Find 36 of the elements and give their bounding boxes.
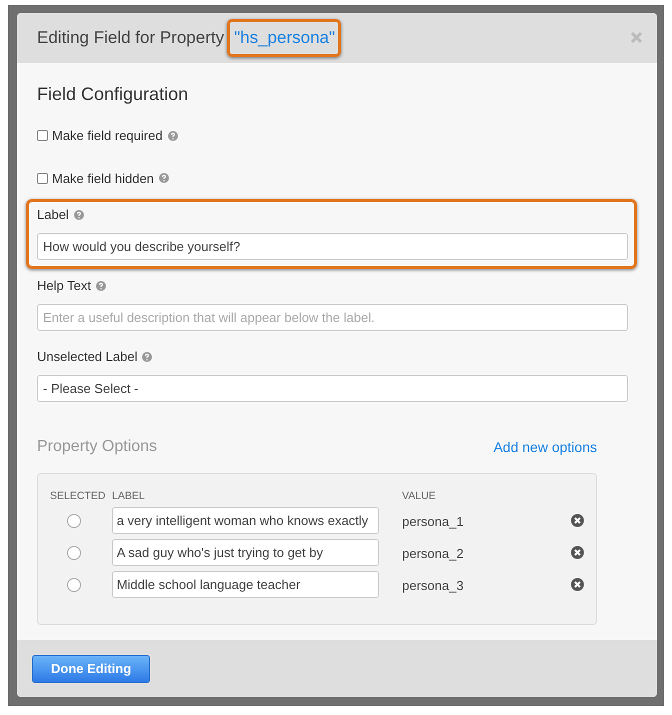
- checkbox[interactable]: [37, 172, 48, 184]
- column-header: VALUE: [402, 489, 437, 504]
- property-name: "hs_persona": [233, 28, 336, 48]
- field-label: Unselected Label: [37, 348, 138, 366]
- help-icon[interactable]: [142, 352, 152, 362]
- help-icon[interactable]: [168, 130, 178, 141]
- checkbox-label: Make field required: [52, 127, 163, 145]
- radio-button[interactable]: [67, 514, 81, 528]
- help-icon[interactable]: [74, 210, 84, 220]
- radio-button[interactable]: [67, 546, 81, 560]
- remove-icon[interactable]: [571, 578, 584, 591]
- remove-icon[interactable]: [571, 514, 584, 527]
- add-options-link[interactable]: Add new options: [493, 436, 597, 458]
- text-field[interactable]: Enter a useful description that will appear below the label.: [37, 304, 628, 331]
- radio-button[interactable]: [67, 578, 81, 592]
- dialog-title: Editing Field for Property: [37, 27, 224, 50]
- option-label-field[interactable]: a very intelligent woman who knows exactly: [112, 507, 380, 534]
- field-label: Label: [37, 206, 69, 224]
- text-field[interactable]: - Please Select -: [37, 375, 628, 402]
- checkbox-label: Make field hidden: [52, 170, 154, 188]
- column-header: LABEL: [112, 489, 146, 504]
- section-title: Property Options: [37, 437, 158, 457]
- close-icon[interactable]: [630, 31, 643, 44]
- field-label: Help Text: [37, 277, 91, 296]
- remove-icon[interactable]: [571, 546, 584, 559]
- section-title: Field Configuration: [37, 83, 190, 106]
- text-field[interactable]: How would you describe yourself?: [37, 233, 628, 260]
- checkbox[interactable]: [37, 130, 48, 142]
- option-value: persona_2: [402, 545, 465, 564]
- column-header: SELECTED: [50, 489, 106, 504]
- option-label-field[interactable]: A sad guy who's just trying to get by: [112, 539, 380, 566]
- option-value: persona_1: [402, 513, 465, 532]
- option-value: persona_3: [402, 577, 465, 596]
- help-icon[interactable]: [158, 173, 169, 184]
- help-icon[interactable]: [96, 281, 106, 291]
- option-label-field[interactable]: Middle school language teacher: [112, 571, 380, 598]
